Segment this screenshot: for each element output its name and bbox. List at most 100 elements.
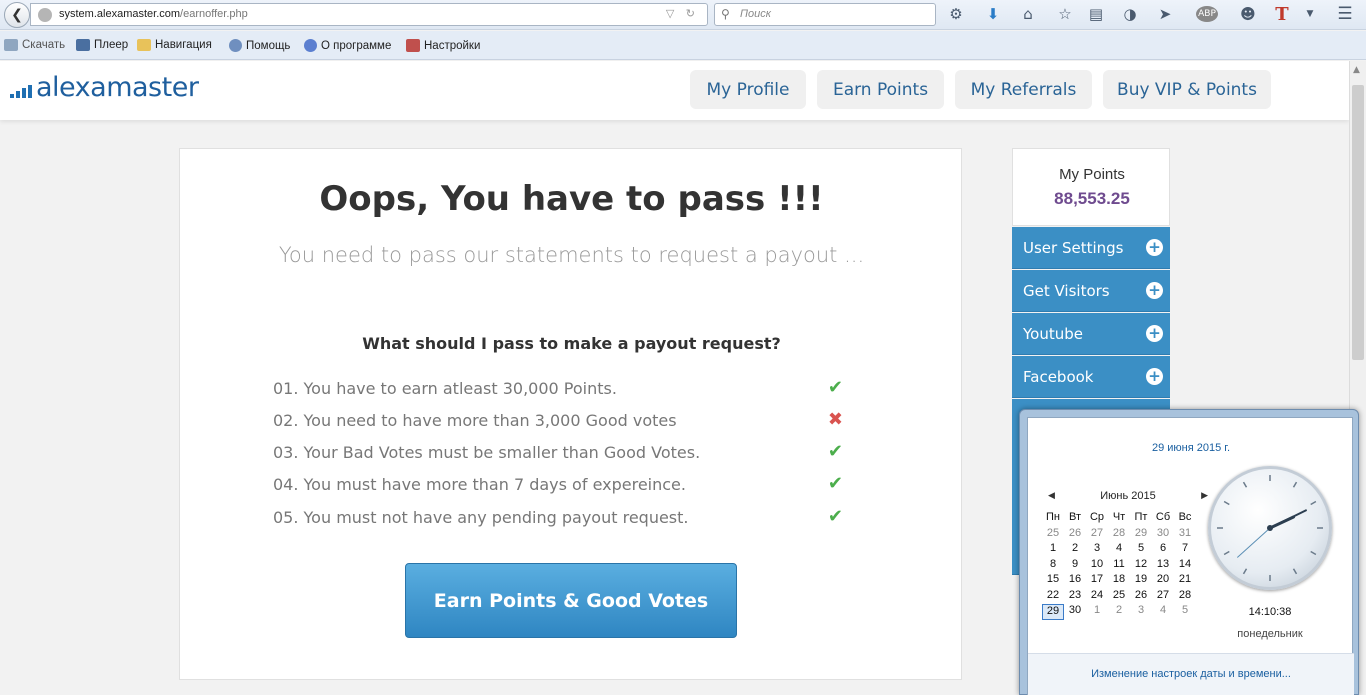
calendar-day[interactable]: 3 <box>1086 542 1108 558</box>
points-value: 88,553.25 <box>1054 189 1130 208</box>
calendar-day[interactable]: 15 <box>1042 573 1064 589</box>
scroll-thumb[interactable] <box>1352 85 1364 360</box>
calendar-day[interactable]: 19 <box>1130 573 1152 589</box>
calendar-day[interactable]: 11 <box>1108 558 1130 574</box>
full-date-link[interactable]: 29 июня 2015 г. <box>1028 442 1354 454</box>
calendar-day[interactable]: 6 <box>1152 542 1174 558</box>
address-bar[interactable]: system.alexamaster.com/earnoffer.php ▽ ↻ <box>30 3 708 26</box>
calendar-day[interactable]: 25 <box>1108 589 1130 605</box>
calendar-day[interactable]: 31 <box>1174 527 1196 543</box>
bookmark-settings[interactable]: Настройки <box>406 39 480 52</box>
bookmarks-bar: Скачать Плеер Навигация Помощь О програм… <box>0 31 1366 60</box>
translate-dropdown-icon[interactable]: ▼ <box>1300 4 1320 24</box>
plus-icon[interactable]: + <box>1146 368 1163 385</box>
calendar-day[interactable]: 2 <box>1108 604 1130 620</box>
adblock-icon[interactable]: ABP <box>1192 4 1222 24</box>
nav-my-referrals[interactable]: My Referrals <box>955 70 1092 109</box>
home-icon[interactable]: ⌂ <box>1018 4 1038 24</box>
calendar-day[interactable]: 26 <box>1064 527 1086 543</box>
weekday-label: Вт <box>1068 511 1081 523</box>
calendar-day[interactable]: 25 <box>1042 527 1064 543</box>
calendar-grid: Пн Вт Ср Чт Пт Сб Вс 25 26 27 28 29 30 31 1 2 3 4 5 6 7 8 9 10 1… <box>1042 511 1196 620</box>
sidebar-item-get-visitors[interactable]: Get Visitors + <box>1012 270 1170 312</box>
calendar-day[interactable]: 16 <box>1064 573 1086 589</box>
bookmark-help[interactable]: Помощь <box>229 39 290 52</box>
nav-earn-points[interactable]: Earn Points <box>817 70 944 109</box>
calendar-day[interactable]: 4 <box>1152 604 1174 620</box>
plus-icon[interactable]: + <box>1146 239 1163 256</box>
weekday-label: Пн <box>1046 511 1060 523</box>
site-logo[interactable]: alexamaster <box>10 72 199 103</box>
sidebar-item-facebook[interactable]: Facebook + <box>1012 356 1170 398</box>
send-icon[interactable]: ➤ <box>1155 4 1175 24</box>
bookmark-player[interactable]: Плеер <box>76 39 128 51</box>
menu-icon[interactable]: ☰ <box>1335 4 1355 24</box>
next-month-icon[interactable]: ▶ <box>1201 490 1208 501</box>
search-input[interactable]: ⚲ Поиск <box>714 3 936 26</box>
calendar-day[interactable]: 28 <box>1108 527 1130 543</box>
calendar-day[interactable]: 12 <box>1130 558 1152 574</box>
bookmark-download[interactable]: Скачать <box>4 39 65 51</box>
bookmark-navigation[interactable]: Навигация <box>137 39 212 51</box>
sidebar-item-label: Facebook <box>1023 367 1094 386</box>
folder-icon <box>137 39 151 51</box>
calendar-day[interactable]: 30 <box>1064 604 1086 620</box>
sidebar-item-label: Youtube <box>1023 324 1083 343</box>
calendar-day[interactable]: 28 <box>1174 589 1196 605</box>
calendar-day[interactable]: 21 <box>1174 573 1196 589</box>
plus-icon[interactable]: + <box>1146 325 1163 342</box>
bookmark-label: Плеер <box>94 39 129 51</box>
calendar-day[interactable]: 10 <box>1086 558 1108 574</box>
date-settings-link[interactable]: Изменение настроек даты и времени... <box>1028 668 1354 680</box>
calendar-day[interactable]: 14 <box>1174 558 1196 574</box>
nav-my-profile[interactable]: My Profile <box>690 70 806 109</box>
calendar-day[interactable]: 27 <box>1152 589 1174 605</box>
nav-buy-vip-points[interactable]: Buy VIP & Points <box>1103 70 1271 109</box>
calendar-day[interactable]: 1 <box>1042 542 1064 558</box>
requirement-item: 04. You must have more than 7 days of ex… <box>273 473 843 497</box>
minute-hand <box>1269 509 1307 529</box>
weekday-label: Сб <box>1155 511 1171 523</box>
weekday-label: Пт <box>1134 511 1148 523</box>
calendar-day[interactable]: 26 <box>1130 589 1152 605</box>
bookmark-about[interactable]: О программе <box>304 39 391 52</box>
reading-list-icon[interactable]: ▤ <box>1086 4 1106 24</box>
calendar-day[interactable]: 7 <box>1174 542 1196 558</box>
calendar-day[interactable]: 29 <box>1042 604 1064 620</box>
calendar-day[interactable]: 22 <box>1042 589 1064 605</box>
bookmark-label: Помощь <box>246 39 291 52</box>
scroll-up-icon[interactable]: ▲ <box>1353 65 1360 75</box>
calendar-day[interactable]: 24 <box>1086 589 1108 605</box>
plus-icon[interactable]: + <box>1146 282 1163 299</box>
calendar-day[interactable]: 5 <box>1130 542 1152 558</box>
calendar-day[interactable]: 8 <box>1042 558 1064 574</box>
calendar-day[interactable]: 1 <box>1086 604 1108 620</box>
bookmark-label: Настройки <box>424 39 481 52</box>
sidebar-item-user-settings[interactable]: User Settings + <box>1012 227 1170 269</box>
calendar-day[interactable]: 3 <box>1130 604 1152 620</box>
calendar-day[interactable]: 18 <box>1108 573 1130 589</box>
calendar-day[interactable]: 13 <box>1152 558 1174 574</box>
calendar-day[interactable]: 23 <box>1064 589 1086 605</box>
calendar-day[interactable]: 2 <box>1064 542 1086 558</box>
calendar-day[interactable]: 27 <box>1086 527 1108 543</box>
calendar-day[interactable]: 20 <box>1152 573 1174 589</box>
sidebar-item-youtube[interactable]: Youtube + <box>1012 313 1170 355</box>
calendar-day[interactable]: 30 <box>1152 527 1174 543</box>
calendar-day[interactable]: 29 <box>1130 527 1152 543</box>
pocket-icon[interactable]: ◑ <box>1120 4 1140 24</box>
chat-icon[interactable]: ☻ <box>1238 4 1258 24</box>
extension-icon[interactable]: ⚙ <box>946 4 966 24</box>
back-button[interactable]: ❮ <box>4 2 30 28</box>
download-arrow-icon[interactable]: ⬇ <box>983 4 1003 24</box>
star-icon[interactable]: ☆ <box>1055 4 1075 24</box>
month-label[interactable]: Июнь 2015 <box>1048 490 1208 502</box>
check-icon: ✔ <box>827 377 843 398</box>
calendar-day[interactable]: 4 <box>1108 542 1130 558</box>
calendar-day[interactable]: 9 <box>1064 558 1086 574</box>
translate-icon[interactable]: T <box>1272 4 1292 25</box>
calendar-day[interactable]: 17 <box>1086 573 1108 589</box>
calendar-day[interactable]: 5 <box>1174 604 1196 620</box>
earn-points-button[interactable]: Earn Points & Good Votes <box>405 563 737 638</box>
url-dropdown-icon[interactable]: ▽ ↻ <box>666 7 699 20</box>
